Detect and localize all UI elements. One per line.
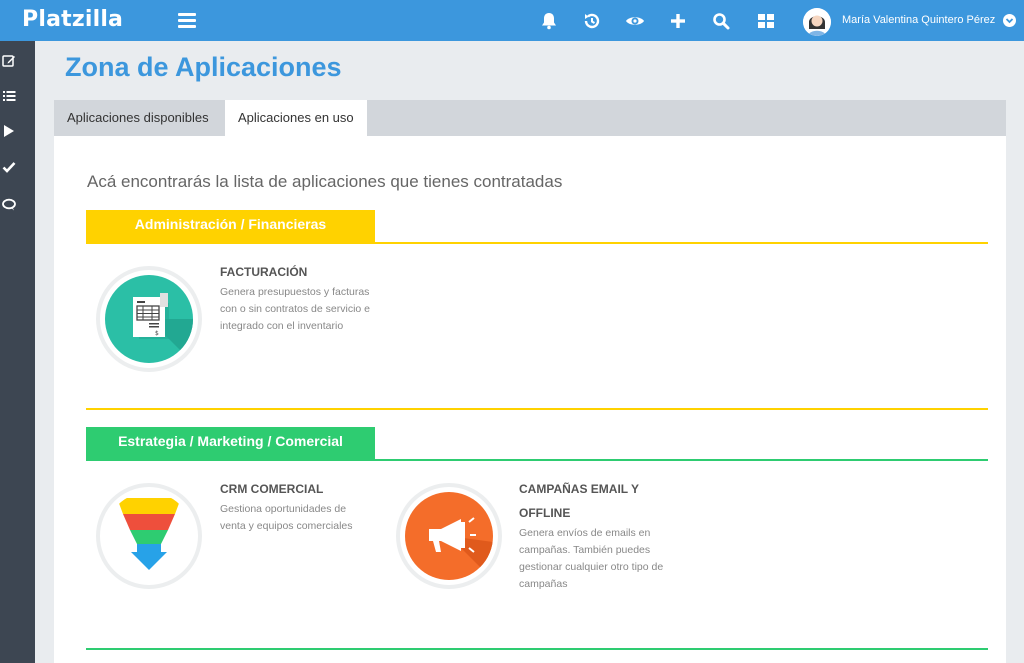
menu-toggle-icon[interactable] bbox=[178, 13, 196, 28]
left-sidebar bbox=[0, 41, 35, 663]
page-title: Zona de Aplicaciones bbox=[65, 52, 342, 82]
eye-icon[interactable] bbox=[625, 11, 645, 31]
bell-icon[interactable] bbox=[539, 11, 559, 31]
check-icon[interactable] bbox=[2, 160, 16, 174]
app-facturacion-title[interactable]: FACTURACIÓN bbox=[220, 260, 307, 284]
invoice-icon: $ bbox=[105, 275, 193, 363]
user-name[interactable]: María Valentina Quintero Pérez bbox=[842, 14, 995, 26]
grid-icon[interactable] bbox=[756, 11, 776, 31]
chat-icon[interactable] bbox=[2, 198, 16, 212]
edit-icon[interactable] bbox=[2, 54, 16, 68]
tab-bar: Aplicaciones disponibles Aplicaciones en… bbox=[54, 100, 1006, 136]
search-icon[interactable] bbox=[711, 11, 731, 31]
app-campanas-circle[interactable] bbox=[396, 483, 502, 589]
section-divider bbox=[86, 242, 988, 244]
app-crm-circle[interactable] bbox=[96, 483, 202, 589]
brand-logo[interactable]: Platzilla bbox=[22, 7, 123, 32]
megaphone-icon bbox=[405, 492, 493, 580]
svg-text:$: $ bbox=[155, 330, 159, 337]
list-icon[interactable] bbox=[2, 89, 16, 103]
play-icon[interactable] bbox=[2, 124, 16, 138]
app-facturacion-description: Genera presupuestos y facturas con o sin… bbox=[220, 286, 370, 332]
avatar[interactable] bbox=[803, 8, 831, 36]
app-campanas-description: Genera envíos de emails en campañas. Tam… bbox=[519, 527, 664, 590]
section-divider bbox=[86, 459, 988, 461]
section-header-estrategia: Estrategia / Marketing / Comercial bbox=[86, 427, 375, 461]
section-divider bbox=[86, 648, 988, 650]
plus-icon[interactable] bbox=[668, 11, 688, 31]
chevron-down-icon[interactable] bbox=[1003, 14, 1016, 27]
section-header-administracion: Administración / Financieras bbox=[86, 210, 375, 244]
main-panel: Aplicaciones disponibles Aplicaciones en… bbox=[54, 100, 1006, 663]
tab-aplicaciones-disponibles[interactable]: Aplicaciones disponibles bbox=[54, 100, 222, 136]
history-icon[interactable] bbox=[582, 11, 602, 31]
app-facturacion-circle[interactable]: $ bbox=[96, 266, 202, 372]
app-crm-title[interactable]: CRM COMERCIAL bbox=[220, 477, 323, 501]
top-navbar: Platzilla María Valentina Quintero Pérez bbox=[0, 0, 1024, 41]
tab-aplicaciones-en-uso[interactable]: Aplicaciones en uso bbox=[225, 100, 367, 136]
intro-text: Acá encontrarás la lista de aplicaciones… bbox=[87, 172, 563, 191]
funnel-icon bbox=[105, 492, 193, 580]
app-campanas-title[interactable]: CAMPAÑAS EMAIL Y OFFLINE bbox=[519, 477, 659, 525]
section-divider bbox=[86, 408, 988, 410]
app-crm-description: Gestiona oportunidades de venta y equipo… bbox=[220, 503, 353, 532]
